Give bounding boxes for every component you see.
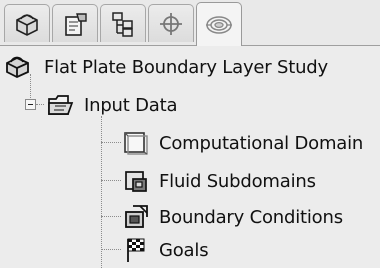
tree-item-label: Input Data xyxy=(84,94,178,116)
tree-item-label: Boundary Conditions xyxy=(159,206,343,228)
feature-manager-icon xyxy=(13,11,41,37)
tab-flow-simulation-analysis-tree[interactable] xyxy=(196,2,242,46)
boundary-conditions-icon xyxy=(122,203,150,231)
fluid-subdomains-icon xyxy=(122,167,150,195)
tree-connector xyxy=(101,249,121,250)
tab-configuration-manager[interactable] xyxy=(100,4,146,42)
tree-item-goals[interactable]: Goals xyxy=(122,233,209,267)
property-manager-icon xyxy=(61,11,89,37)
tree-item-root-study[interactable]: Flat Plate Boundary Layer Study xyxy=(4,50,328,84)
tree-connector xyxy=(101,116,102,268)
goals-flag-icon xyxy=(122,236,150,264)
tree-item-label: Computational Domain xyxy=(159,132,364,154)
dimxpert-manager-icon xyxy=(157,11,185,37)
tab-property-manager[interactable] xyxy=(52,4,98,42)
flow-simulation-panel: Flat Plate Boundary Layer Study Input Da… xyxy=(0,0,380,268)
tree-item-computational-domain[interactable]: Computational Domain xyxy=(122,126,363,160)
computational-domain-icon xyxy=(122,129,150,157)
tree-connector xyxy=(36,104,44,105)
tree-connector xyxy=(101,216,121,217)
configuration-manager-icon xyxy=(109,11,137,37)
tree-item-fluid-subdomains[interactable]: Fluid Subdomains xyxy=(122,164,316,198)
collapse-toggle-icon[interactable] xyxy=(25,99,36,110)
tab-bar-baseline xyxy=(0,45,380,46)
tree-item-label: Flat Plate Boundary Layer Study xyxy=(44,56,328,78)
tree-connector xyxy=(101,180,121,181)
study-project-icon xyxy=(4,53,32,81)
input-data-folder-icon xyxy=(46,91,74,119)
tab-dimxpert-manager[interactable] xyxy=(148,4,194,42)
tree-item-input-data[interactable]: Input Data xyxy=(46,88,178,122)
tree-item-label: Fluid Subdomains xyxy=(159,170,316,192)
analysis-tree: Flat Plate Boundary Layer Study Input Da… xyxy=(0,46,380,268)
tree-item-boundary-conditions[interactable]: Boundary Conditions xyxy=(122,200,343,234)
tab-feature-manager[interactable] xyxy=(4,4,50,42)
manager-tab-bar xyxy=(0,0,380,46)
tree-connector xyxy=(101,142,121,143)
flow-simulation-analysis-tree-icon xyxy=(204,12,234,38)
tree-item-label: Goals xyxy=(159,239,209,261)
